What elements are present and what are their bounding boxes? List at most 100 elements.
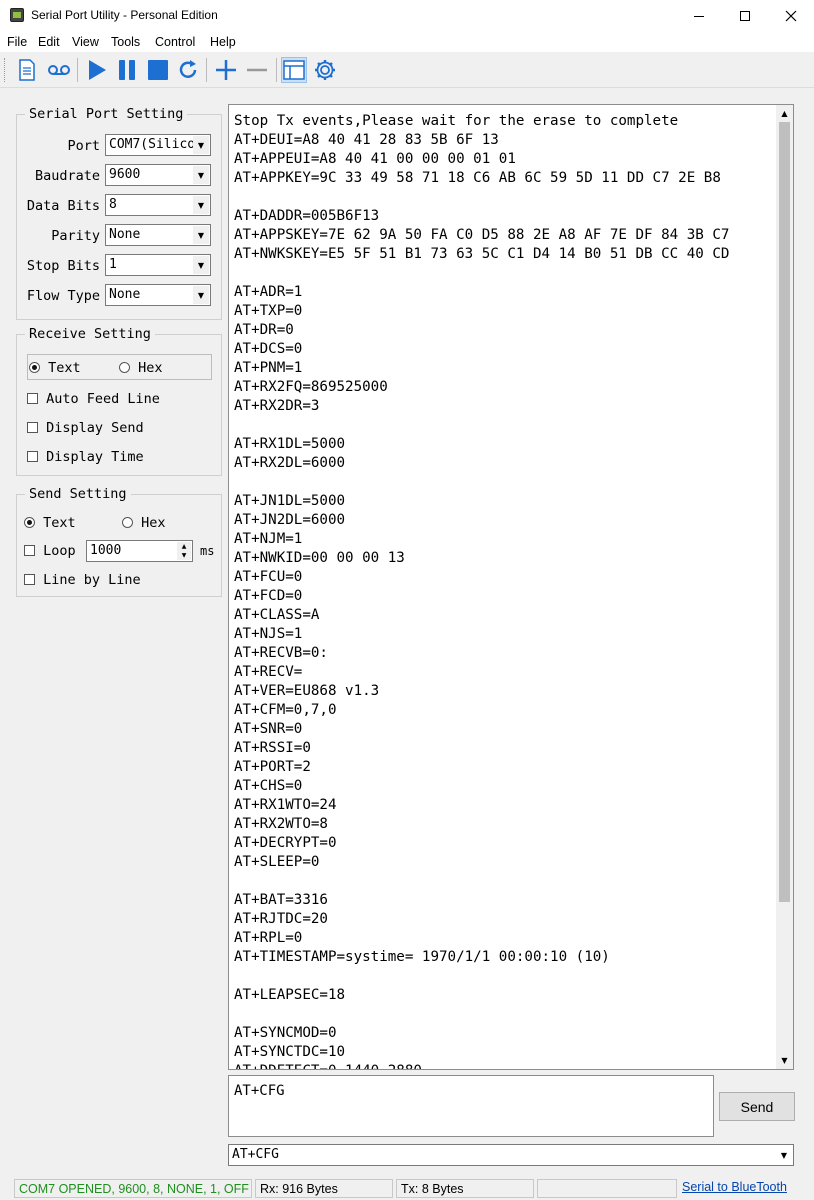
output-line: AT+RECVB=0:: [234, 645, 328, 661]
settings-button[interactable]: [312, 57, 338, 83]
spinner-arrows-icon[interactable]: ▲ ▼: [177, 542, 191, 560]
port-value: COM7(Silicon: [109, 137, 193, 152]
send-text-label: Text: [43, 515, 76, 531]
history-combo[interactable]: AT+CFG ▼: [228, 1144, 794, 1166]
output-line: AT+CLASS=A: [234, 607, 320, 623]
flow-type-label: Flow Type: [26, 288, 100, 304]
stop-button[interactable]: [145, 57, 171, 83]
data-bits-label: Data Bits: [26, 198, 100, 214]
chevron-down-icon: ▼: [193, 256, 209, 274]
output-line: AT+NWKSKEY=E5 5F 51 B1 73 63 5C C1 D4 14…: [234, 246, 730, 262]
checkbox-icon: [24, 574, 35, 585]
pause-icon: [119, 60, 135, 80]
record-button[interactable]: [46, 57, 72, 83]
line-by-line-label: Line by Line: [43, 572, 141, 588]
output-line: AT+TIMESTAMP=systime= 1970/1/1 00:00:10 …: [234, 949, 610, 965]
tape-icon: [48, 65, 70, 75]
output-line: Stop Tx events,Please wait for the erase…: [234, 113, 679, 129]
send-input-area[interactable]: AT+CFG: [228, 1075, 714, 1137]
menu-control[interactable]: Control: [155, 35, 195, 49]
new-file-button[interactable]: [14, 57, 40, 83]
data-bits-select[interactable]: 8 ▼: [105, 194, 211, 216]
send-text-radio[interactable]: Text: [24, 515, 76, 531]
radio-unchecked-icon: [119, 362, 130, 373]
output-line: AT+RECV=: [234, 664, 303, 680]
loop-checkbox[interactable]: Loop: [24, 543, 76, 559]
output-line: AT+VER=EU868 v1.3: [234, 683, 380, 699]
menu-file[interactable]: File: [7, 35, 27, 49]
output-line: AT+NJM=1: [234, 531, 303, 547]
serial-to-bluetooth-link[interactable]: Serial to BlueTooth: [682, 1180, 787, 1194]
output-line: AT+ADR=1: [234, 284, 303, 300]
output-line: AT+FCU=0: [234, 569, 303, 585]
parity-select[interactable]: None ▼: [105, 224, 211, 246]
output-line: AT+DR=0: [234, 322, 294, 338]
play-button[interactable]: [84, 57, 110, 83]
menu-view[interactable]: View: [72, 35, 99, 49]
flow-type-select[interactable]: None ▼: [105, 284, 211, 306]
close-icon: [785, 10, 797, 22]
tx-count: Tx: 8 Bytes: [396, 1179, 534, 1198]
chevron-down-icon: ▼: [193, 226, 209, 244]
scroll-thumb[interactable]: [779, 122, 790, 902]
title-bar: Serial Port Utility - Personal Edition: [0, 0, 814, 32]
output-line: AT+RX1DL=5000: [234, 436, 346, 452]
output-line: AT+RPL=0: [234, 930, 303, 946]
maximize-button[interactable]: [722, 0, 768, 32]
output-line: AT+PNM=1: [234, 360, 303, 376]
receive-output-area[interactable]: Stop Tx events,Please wait for the erase…: [228, 104, 794, 1070]
window-title: Serial Port Utility - Personal Edition: [31, 8, 218, 22]
display-send-checkbox[interactable]: Display Send: [27, 420, 144, 436]
menu-tools[interactable]: Tools: [111, 35, 140, 49]
menu-bar: File Edit View Tools Control Help: [0, 32, 814, 52]
receive-hex-label: Hex: [138, 360, 163, 376]
close-button[interactable]: [768, 0, 814, 32]
send-button[interactable]: Send: [719, 1092, 795, 1121]
refresh-button[interactable]: [175, 57, 201, 83]
baudrate-select[interactable]: 9600 ▼: [105, 164, 211, 186]
stop-bits-value: 1: [109, 257, 117, 272]
loop-interval-input[interactable]: 1000 ▲ ▼: [86, 540, 193, 562]
display-time-label: Display Time: [46, 449, 144, 465]
output-line: AT+SLEEP=0: [234, 854, 320, 870]
output-line: AT+APPKEY=9C 33 49 58 71 18 C6 AB 6C 59 …: [234, 170, 721, 186]
scroll-down-icon[interactable]: ▼: [776, 1052, 793, 1069]
scroll-up-icon[interactable]: ▲: [776, 105, 793, 122]
rx-count: Rx: 916 Bytes: [255, 1179, 393, 1198]
send-hex-label: Hex: [141, 515, 166, 531]
receive-hex-radio[interactable]: Hex: [119, 360, 163, 376]
send-hex-radio[interactable]: Hex: [122, 515, 166, 531]
menu-help[interactable]: Help: [210, 35, 236, 49]
vertical-scrollbar[interactable]: ▲ ▼: [776, 105, 793, 1069]
radio-checked-icon: [29, 362, 40, 373]
chevron-down-icon: ▼: [193, 196, 209, 214]
toolbar-separator: [206, 58, 207, 82]
display-time-checkbox[interactable]: Display Time: [27, 449, 144, 465]
add-button[interactable]: [213, 57, 239, 83]
output-line: AT+RX1WTO=24: [234, 797, 337, 813]
auto-feed-line-label: Auto Feed Line: [46, 391, 160, 407]
remove-button[interactable]: [244, 57, 270, 83]
output-line: AT+DEUI=A8 40 41 28 83 5B 6F 13: [234, 132, 499, 148]
window-button[interactable]: [281, 57, 307, 83]
loop-interval-value: 1000: [90, 543, 122, 558]
plus-icon: [216, 60, 236, 80]
line-by-line-checkbox[interactable]: Line by Line: [24, 572, 141, 588]
receive-text-radio[interactable]: Text: [29, 360, 81, 376]
pause-button[interactable]: [114, 57, 140, 83]
output-line: AT+RX2FQ=869525000: [234, 379, 388, 395]
menu-edit[interactable]: Edit: [38, 35, 60, 49]
port-select[interactable]: COM7(Silicon ▼: [105, 134, 211, 156]
auto-feed-line-checkbox[interactable]: Auto Feed Line: [27, 391, 160, 407]
output-line: AT+JN2DL=6000: [234, 512, 346, 528]
stop-bits-select[interactable]: 1 ▼: [105, 254, 211, 276]
play-icon: [89, 60, 106, 80]
status-empty-pane: [537, 1179, 677, 1198]
refresh-icon: [179, 60, 197, 78]
minimize-button[interactable]: [676, 0, 722, 32]
send-input-text: AT+CFG: [234, 1083, 285, 1099]
